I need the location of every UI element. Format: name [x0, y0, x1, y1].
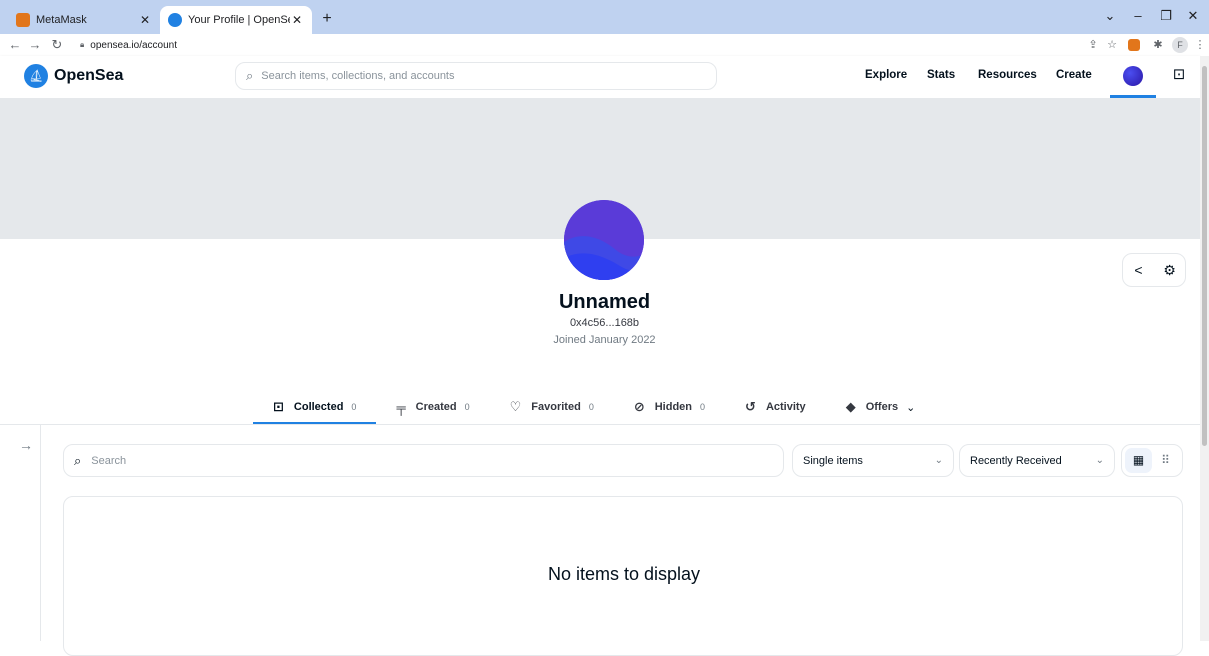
global-search-input[interactable]: ⌕ Search items, collections, and account… — [235, 62, 717, 90]
search-placeholder: Search — [91, 454, 127, 467]
browser-tabstrip: MetaMask ✕ Your Profile | OpenSea ✕ + ⌄ … — [0, 0, 1209, 34]
tab-label: Hidden — [654, 401, 693, 413]
expand-filters-arrow-icon[interactable]: → — [19, 437, 33, 453]
tab-count: 0 — [700, 402, 706, 412]
search-icon: ⌕ — [246, 68, 254, 83]
wallet-address[interactable]: 0x4c56...168b — [0, 317, 1209, 329]
share-page-icon[interactable]: ⇪ — [1085, 37, 1101, 53]
select-value: Single items — [803, 454, 863, 467]
new-tab-icon[interactable]: + — [318, 10, 336, 28]
tag-icon: ◆ — [845, 399, 856, 414]
url-text: opensea.io/account — [90, 39, 177, 51]
collected-icon: ⊡ — [273, 399, 284, 414]
small-grid-icon[interactable]: ⠿ — [1152, 448, 1179, 473]
tab-title: Your Profile | OpenSea — [188, 14, 290, 26]
sidebar-divider — [40, 425, 41, 641]
tab-label: Created — [415, 401, 457, 413]
nav-explore[interactable]: Explore — [865, 69, 907, 81]
tab-offers[interactable]: ◆ Offers ⌄ — [826, 390, 936, 424]
tab-hidden[interactable]: ⊘ Hidden 0 — [614, 390, 725, 424]
tab-label: Favorited — [531, 401, 581, 413]
search-icon: ⌕ — [74, 452, 82, 468]
tab-label: Offers — [865, 401, 899, 413]
bookmark-star-icon[interactable]: ☆ — [1104, 37, 1120, 53]
sort-select[interactable]: Recently Received ⌄ — [959, 444, 1115, 477]
tab-label: Activity — [765, 401, 806, 413]
address-bar[interactable]: 🔒︎ opensea.io/account — [80, 36, 1090, 54]
chevron-down-icon: ⌄ — [1095, 455, 1104, 466]
eye-off-icon: ⊘ — [633, 399, 645, 414]
profile-avatar[interactable] — [564, 200, 644, 280]
empty-state-message: No items to display — [547, 564, 701, 584]
tabs-divider — [0, 424, 1200, 425]
nav-resources[interactable]: Resources — [978, 69, 1037, 81]
tab-count: 0 — [351, 402, 357, 412]
lock-icon: 🔒︎ — [80, 40, 85, 49]
browser-tab-opensea[interactable]: Your Profile | OpenSea ✕ — [160, 6, 312, 34]
chevron-down-icon: ⌄ — [906, 401, 916, 414]
nav-create[interactable]: Create — [1056, 69, 1092, 81]
select-value: Recently Received — [970, 454, 1062, 467]
tab-count: 0 — [464, 402, 470, 412]
tab-label: Collected — [293, 401, 344, 413]
opensea-favicon-icon — [168, 13, 182, 27]
extensions-puzzle-icon[interactable]: ✱ — [1150, 37, 1166, 53]
window-close-icon[interactable]: ✕ — [1185, 8, 1201, 24]
forward-icon[interactable]: → — [26, 35, 44, 55]
scrollbar-thumb[interactable] — [1202, 66, 1207, 446]
site-header: ⛵︎ OpenSea ⌕ Search items, collections, … — [0, 56, 1200, 98]
items-grid-empty: No items to display — [63, 496, 1183, 656]
browser-tab-metamask[interactable]: MetaMask ✕ — [8, 6, 160, 34]
tab-collected[interactable]: ⊡ Collected 0 — [253, 390, 377, 424]
browser-toolbar: ← → ↻ 🔒︎ opensea.io/account ⇪ ☆ ✱ F ⋮ — [0, 34, 1209, 56]
metamask-fox-icon — [16, 13, 30, 27]
heart-icon: ♡ — [509, 399, 522, 414]
joined-date: Joined January 2022 — [553, 334, 656, 346]
minimize-icon[interactable]: – — [1130, 8, 1146, 23]
chevron-down-icon: ⌄ — [934, 455, 943, 466]
close-icon[interactable]: ✕ — [138, 13, 152, 27]
share-icon[interactable]: < — [1123, 254, 1154, 286]
tab-activity[interactable]: ↺ Activity — [725, 390, 826, 424]
tab-favorited[interactable]: ♡ Favorited 0 — [490, 390, 614, 424]
search-placeholder: Search items, collections, and accounts — [261, 70, 455, 82]
restore-icon[interactable]: ❐ — [1158, 8, 1174, 24]
wallet-icon[interactable]: ⊡ — [1170, 66, 1188, 84]
profile-name: Unnamed — [558, 291, 651, 313]
view-toggle: ▦ ⠿ — [1121, 444, 1183, 477]
menu-kebab-icon[interactable]: ⋮ — [1192, 37, 1208, 53]
profile-tabs: ⊡ Collected 0 ╤ Created 0 ♡ Favorited 0 … — [253, 390, 935, 424]
profile-actions: < ⚙ — [1122, 253, 1186, 287]
settings-gear-icon[interactable]: ⚙ — [1154, 254, 1185, 286]
tab-created[interactable]: ╤ Created 0 — [376, 390, 489, 424]
reload-icon[interactable]: ↻ — [48, 35, 66, 55]
close-icon[interactable]: ✕ — [290, 13, 304, 27]
nav-stats[interactable]: Stats — [927, 69, 955, 81]
paintbrush-icon: ╤ — [396, 399, 406, 415]
history-icon: ↺ — [745, 399, 756, 414]
tab-title: MetaMask — [36, 14, 87, 26]
items-search-input[interactable]: ⌕ Search — [63, 444, 784, 477]
metamask-extension-icon[interactable] — [1128, 39, 1140, 51]
tab-count: 0 — [588, 402, 594, 412]
opensea-logo-icon[interactable]: ⛵︎ — [24, 64, 48, 88]
profile-avatar-icon[interactable]: F — [1172, 37, 1188, 53]
brand-name[interactable]: OpenSea — [54, 67, 123, 85]
item-type-select[interactable]: Single items ⌄ — [792, 444, 954, 477]
account-avatar[interactable] — [1123, 66, 1143, 86]
large-grid-icon[interactable]: ▦ — [1125, 448, 1152, 473]
back-icon[interactable]: ← — [6, 35, 24, 55]
tab-search-icon[interactable]: ⌄ — [1102, 8, 1118, 24]
